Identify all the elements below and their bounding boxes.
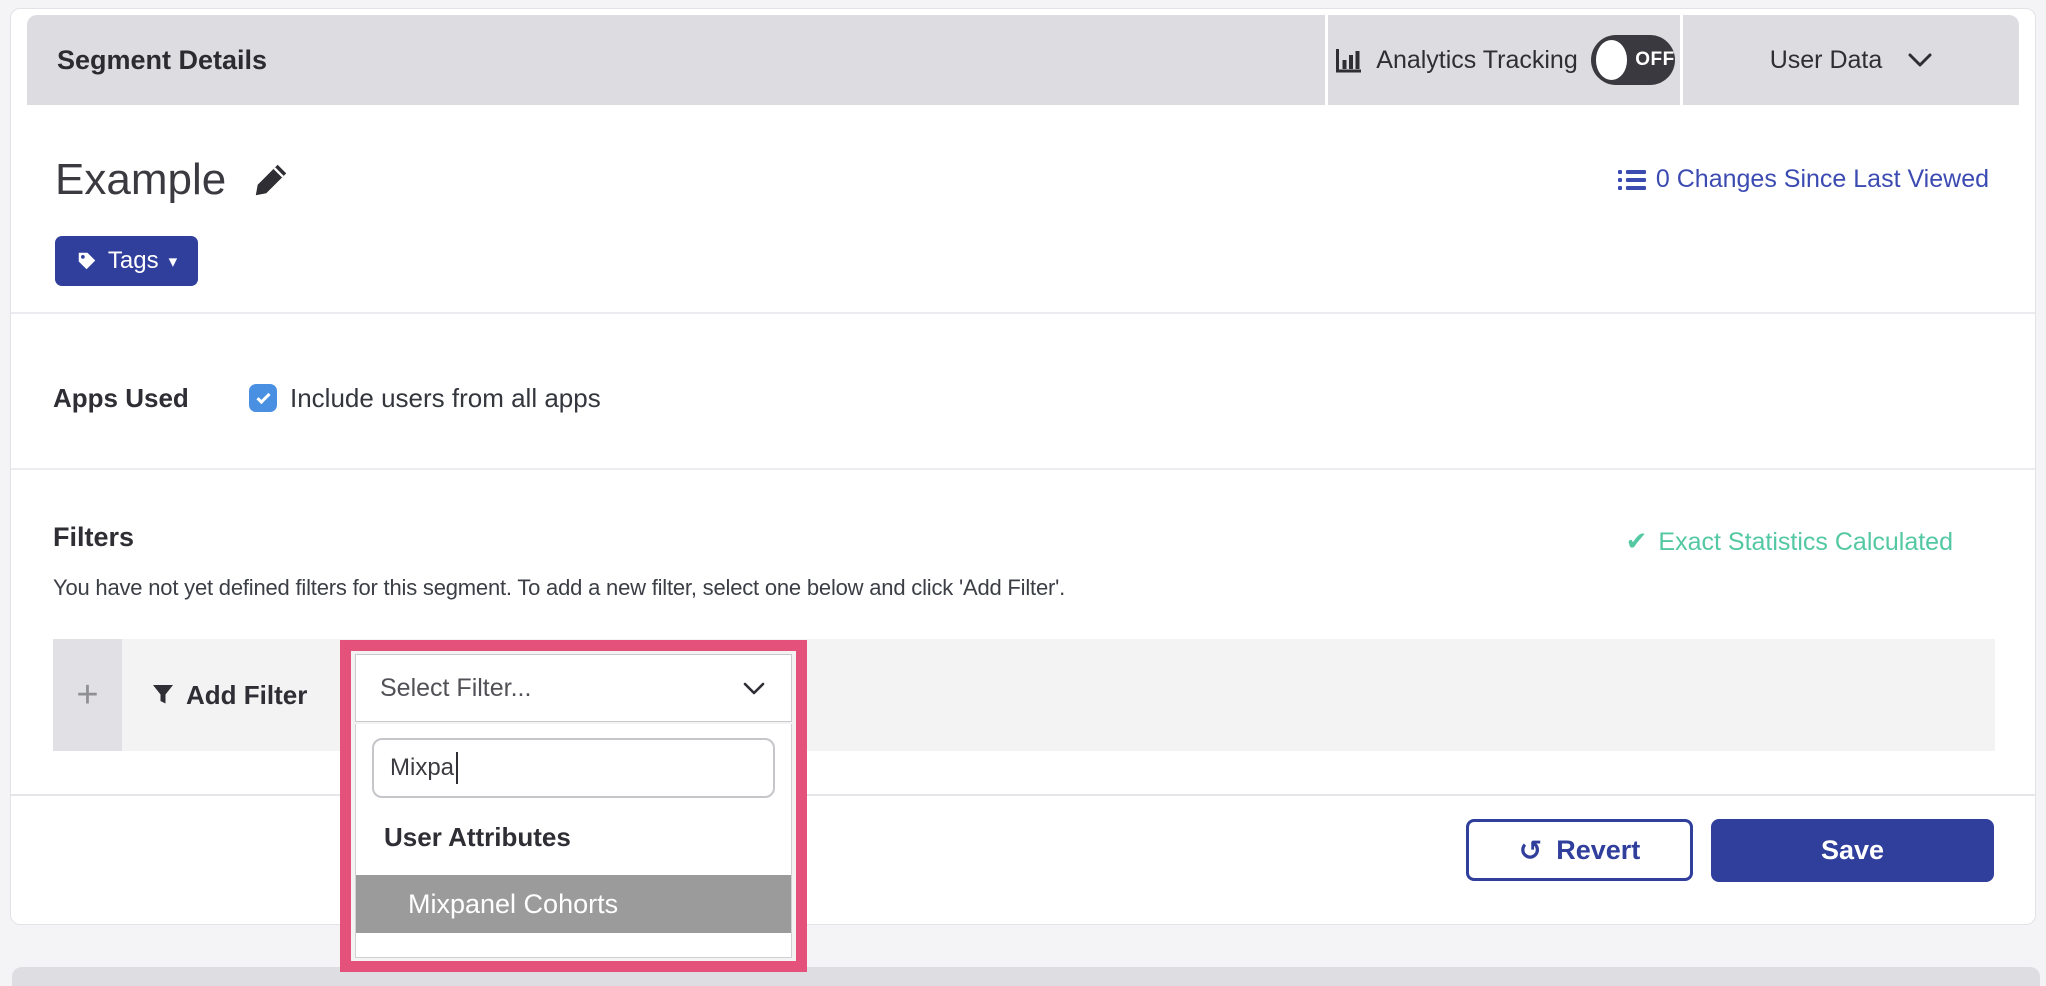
changes-link-label: 0 Changes Since Last Viewed	[1656, 165, 1989, 194]
save-button[interactable]: Save	[1711, 819, 1994, 882]
panel-header: Segment Details Analytics Tracking OFF	[27, 15, 2019, 105]
include-all-apps-label: Include users from all apps	[290, 383, 601, 414]
text-cursor	[456, 752, 458, 784]
add-filter-label-group: Add Filter	[152, 639, 307, 751]
bar-chart-icon	[1333, 45, 1363, 75]
filter-search-input[interactable]: Mixpa	[372, 738, 775, 798]
edit-name-button[interactable]	[252, 161, 290, 199]
tag-icon	[76, 250, 98, 272]
checkmark-icon	[256, 390, 270, 404]
footer-divider	[11, 794, 2035, 796]
include-all-apps-checkbox[interactable]	[249, 384, 277, 412]
add-filter-label: Add Filter	[186, 680, 307, 711]
select-filter-dropdown[interactable]: Select Filter...	[355, 654, 792, 722]
exact-statistics-status: ✔ Exact Statistics Calculated	[1626, 527, 1953, 557]
section-divider	[11, 468, 2035, 470]
dropdown-option-mixpanel-cohorts[interactable]: Mixpanel Cohorts	[356, 875, 791, 933]
tags-button-label: Tags	[108, 247, 159, 275]
filter-dropdown-panel: Mixpa User Attributes Mixpanel Cohorts	[355, 724, 792, 958]
revert-button-label: Revert	[1556, 835, 1640, 866]
segment-name: Example	[55, 155, 226, 205]
pencil-icon	[252, 161, 290, 199]
changes-since-last-viewed-link[interactable]: 0 Changes Since Last Viewed	[1618, 165, 1989, 194]
analytics-tracking-toggle[interactable]: OFF	[1591, 35, 1675, 85]
filters-heading: Filters	[53, 522, 134, 553]
filter-search-value: Mixpa	[390, 754, 454, 782]
apps-used-row: Apps Used Include users from all apps	[53, 377, 601, 419]
tags-button[interactable]: Tags ▾	[55, 236, 198, 286]
page: Segment Details Analytics Tracking OFF	[0, 0, 2046, 986]
dropdown-group-label: User Attributes	[356, 798, 791, 875]
filter-dropdown-highlight-box: Select Filter... Mixpa User Attributes M…	[340, 640, 807, 972]
analytics-tracking-label: Analytics Tracking	[1376, 46, 1577, 75]
segment-details-panel: Segment Details Analytics Tracking OFF	[10, 8, 2036, 925]
section-divider	[11, 312, 2035, 314]
revert-icon: ↺	[1519, 834, 1542, 867]
next-section-header	[12, 967, 2040, 986]
revert-button[interactable]: ↺ Revert	[1466, 819, 1693, 881]
page-title: Segment Details	[57, 45, 267, 76]
segment-name-row: Example	[55, 155, 290, 205]
user-data-label: User Data	[1770, 46, 1883, 75]
toggle-state-label: OFF	[1635, 49, 1675, 71]
select-filter-placeholder: Select Filter...	[380, 674, 531, 703]
caret-down-icon: ▾	[169, 252, 178, 272]
exact-statistics-label: Exact Statistics Calculated	[1658, 528, 1953, 557]
toggle-knob	[1596, 40, 1628, 80]
save-button-label: Save	[1821, 835, 1884, 866]
add-filter-plus-button[interactable]: +	[53, 639, 122, 751]
analytics-tracking-section: Analytics Tracking OFF	[1328, 15, 1680, 105]
apps-used-label: Apps Used	[53, 383, 249, 414]
panel-title-section: Segment Details	[27, 15, 1325, 105]
user-data-dropdown[interactable]: User Data	[1683, 15, 2019, 105]
filters-description: You have not yet defined filters for thi…	[53, 575, 1065, 601]
changelog-icon	[1618, 168, 1646, 192]
funnel-icon	[152, 684, 174, 706]
chevron-down-icon	[743, 682, 765, 695]
check-icon: ✔	[1626, 527, 1648, 557]
chevron-down-icon	[1908, 53, 1932, 67]
